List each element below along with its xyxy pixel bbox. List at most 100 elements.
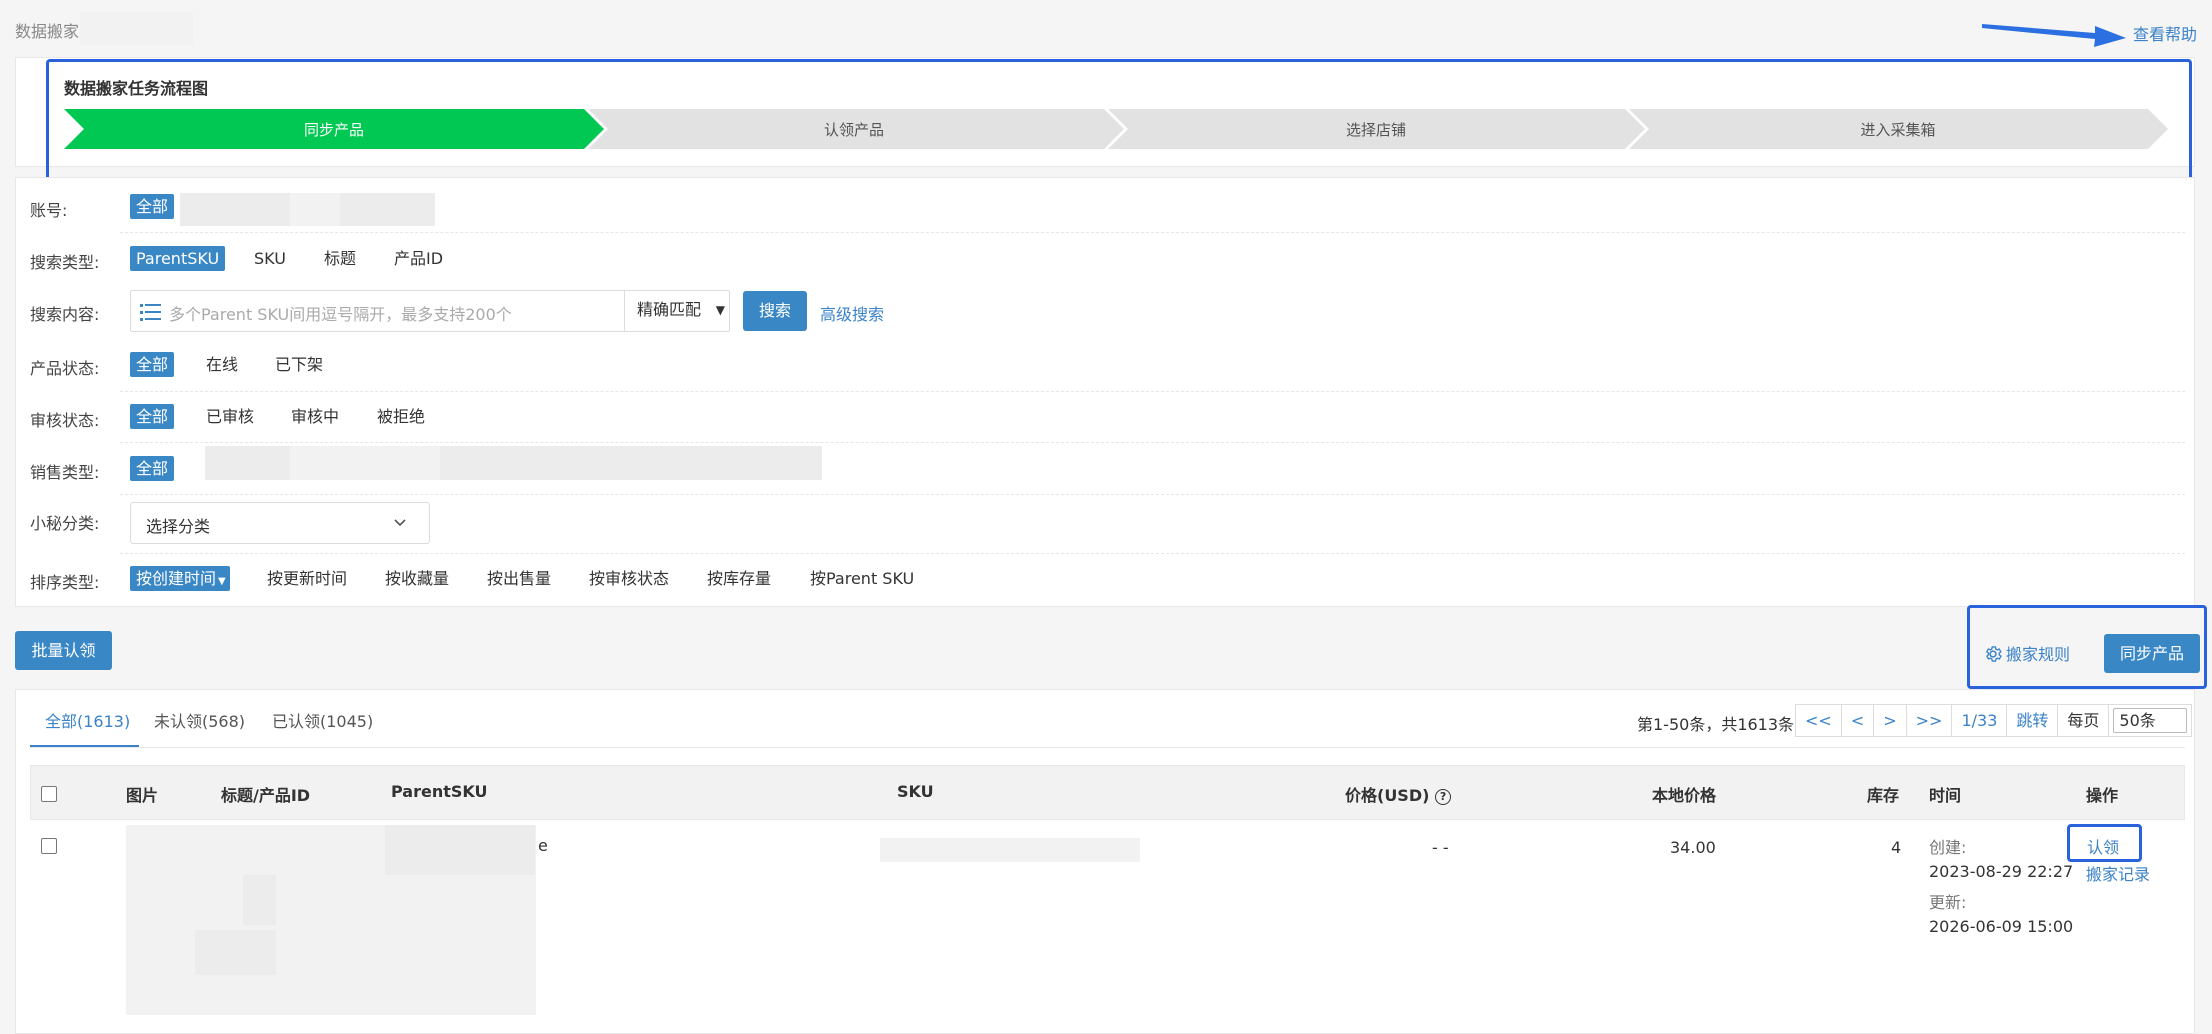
category-label: 小秘分类:: [30, 514, 100, 533]
review-status-all[interactable]: 全部: [130, 404, 175, 429]
per-page-label: 每页: [2057, 704, 2110, 737]
tab-unclaimed[interactable]: 未认领(568): [154, 708, 245, 732]
header-image: 图片: [126, 786, 159, 805]
search-type-parentsku[interactable]: ParentSKU: [130, 246, 226, 271]
header-time: 时间: [1929, 786, 1962, 805]
tab-claimed[interactable]: 已认领(1045): [272, 708, 373, 732]
page-last-button[interactable]: >>: [1905, 704, 1953, 737]
per-page-value: 50条: [2113, 708, 2188, 733]
sort-by-sales[interactable]: 按出售量: [487, 566, 551, 591]
price-value: - -: [1432, 838, 1449, 857]
sale-type-blurred-options-2: [290, 446, 440, 480]
flow-title: 数据搬家任务流程图: [64, 79, 209, 98]
pagination: << < > >> 1/33 跳转 每页 50条: [1795, 704, 2193, 737]
flow-step-2-label: 认领产品: [824, 121, 884, 139]
review-status-reviewing[interactable]: 审核中: [291, 404, 339, 429]
account-blurred-2: [290, 193, 340, 226]
per-page-select[interactable]: 50条: [2108, 704, 2193, 737]
header-price: 价格(USD) ?: [1345, 782, 1452, 806]
search-type-label: 搜索类型:: [30, 253, 100, 272]
batch-claim-button[interactable]: 批量认领: [15, 631, 112, 670]
product-status-online[interactable]: 在线: [206, 352, 238, 377]
search-type-title[interactable]: 标题: [324, 246, 356, 271]
account-all-option[interactable]: 全部: [130, 194, 175, 219]
review-status-approved[interactable]: 已审核: [206, 404, 254, 429]
claim-link[interactable]: 认领: [2087, 834, 2119, 858]
header-price-label: 价格(USD): [1345, 786, 1430, 805]
pagination-summary: 第1-50条，共1613条: [1637, 715, 1795, 734]
header-title: 标题/产品ID: [221, 786, 311, 805]
header-parentsku: ParentSKU: [391, 782, 488, 801]
divider: [120, 232, 2185, 233]
help-circle-icon[interactable]: ?: [1435, 789, 1452, 805]
sku-blurred: [880, 838, 1140, 862]
header-local-price: 本地价格: [1652, 786, 1717, 805]
created-value: 2023-08-29 22:27: [1929, 862, 2074, 881]
sort-by-created-label: 按创建时间: [136, 569, 217, 588]
breadcrumb-blurred-store: [80, 12, 193, 45]
page-jump-button[interactable]: 跳转: [2006, 704, 2059, 737]
chevron-down-icon: ▼: [715, 303, 725, 317]
sort-by-updated[interactable]: 按更新时间: [267, 566, 347, 591]
header-stock: 库存: [1867, 786, 1900, 805]
sale-type-label: 销售类型:: [30, 463, 100, 482]
sync-products-button[interactable]: 同步产品: [2104, 634, 2200, 673]
sort-label: 排序类型:: [30, 573, 100, 592]
search-content-label: 搜索内容:: [30, 305, 100, 324]
sale-type-all[interactable]: 全部: [130, 456, 175, 481]
advanced-search-link[interactable]: 高级搜索: [820, 301, 884, 325]
breadcrumb: 数据搬家: [15, 18, 79, 42]
divider: [120, 391, 2185, 392]
rules-link[interactable]: 搬家规则: [1983, 641, 2070, 665]
review-status-rejected[interactable]: 被拒绝: [377, 404, 425, 429]
category-select-value: 选择分类: [146, 517, 211, 536]
select-all-checkbox[interactable]: [41, 786, 57, 802]
flow-step-3-label: 选择店铺: [1346, 121, 1406, 139]
product-status-offline[interactable]: 已下架: [275, 352, 323, 377]
stock-value: 4: [1891, 838, 1902, 857]
account-label: 账号:: [30, 201, 68, 220]
review-status-label: 审核状态:: [30, 411, 100, 430]
page-prev-button[interactable]: <: [1840, 704, 1875, 737]
flow-steps: 同步产品 认领产品 选择店铺 进入采集箱: [64, 109, 2168, 149]
search-input-placeholder[interactable]: 多个Parent SKU间用逗号隔开，最多支持200个: [169, 301, 512, 325]
account-blurred-1: [180, 193, 290, 226]
product-status-all[interactable]: 全部: [130, 352, 175, 377]
updated-value: 2026-06-09 15:00: [1929, 917, 2074, 936]
tab-all[interactable]: 全部(1613): [45, 708, 130, 732]
page-indicator[interactable]: 1/33: [1951, 704, 2008, 737]
search-type-sku[interactable]: SKU: [254, 246, 286, 271]
flow-step-4-label: 进入采集箱: [1860, 121, 1935, 139]
sort-by-favorites[interactable]: 按收藏量: [385, 566, 449, 591]
search-button[interactable]: 搜索: [743, 291, 807, 331]
chevron-down-icon: [394, 519, 406, 527]
tabs-divider: [30, 747, 2185, 748]
caret-down-icon: ▼: [218, 576, 226, 587]
flow-step-1-label: 同步产品: [304, 121, 364, 139]
row-checkbox[interactable]: [41, 838, 57, 854]
product-status-label: 产品状态:: [30, 359, 100, 378]
page-next-button[interactable]: >: [1873, 704, 1907, 737]
header-actions: 操作: [2086, 786, 2119, 805]
sort-by-review[interactable]: 按审核状态: [589, 566, 669, 591]
help-link[interactable]: 查看帮助: [2133, 21, 2197, 45]
match-select[interactable]: 精确匹配 ▼: [624, 290, 731, 332]
rules-link-label: 搬家规则: [2006, 645, 2071, 664]
search-type-product-id[interactable]: 产品ID: [394, 246, 443, 271]
title-suffix: e: [538, 836, 548, 855]
sort-by-created[interactable]: 按创建时间 ▼: [130, 566, 230, 591]
match-select-value: 精确匹配: [637, 300, 702, 319]
search-input-box[interactable]: 多个Parent SKU间用逗号隔开，最多支持200个 精确匹配 ▼: [130, 290, 730, 332]
sort-by-stock[interactable]: 按库存量: [707, 566, 771, 591]
breadcrumb-title: 数据搬家: [15, 22, 80, 41]
gear-icon: [1986, 646, 2002, 662]
title-blurred-2: [385, 825, 535, 875]
updated-label: 更新:: [1929, 893, 1967, 912]
category-select[interactable]: 选择分类: [130, 502, 430, 544]
page-first-button[interactable]: <<: [1795, 704, 1842, 737]
sort-by-parentsku[interactable]: 按Parent SKU: [810, 566, 914, 591]
arrow-annotation-icon: [1982, 24, 2126, 47]
move-history-link[interactable]: 搬家记录: [2086, 861, 2150, 885]
table-header: [30, 765, 2185, 820]
account-blurred-3: [340, 193, 435, 226]
